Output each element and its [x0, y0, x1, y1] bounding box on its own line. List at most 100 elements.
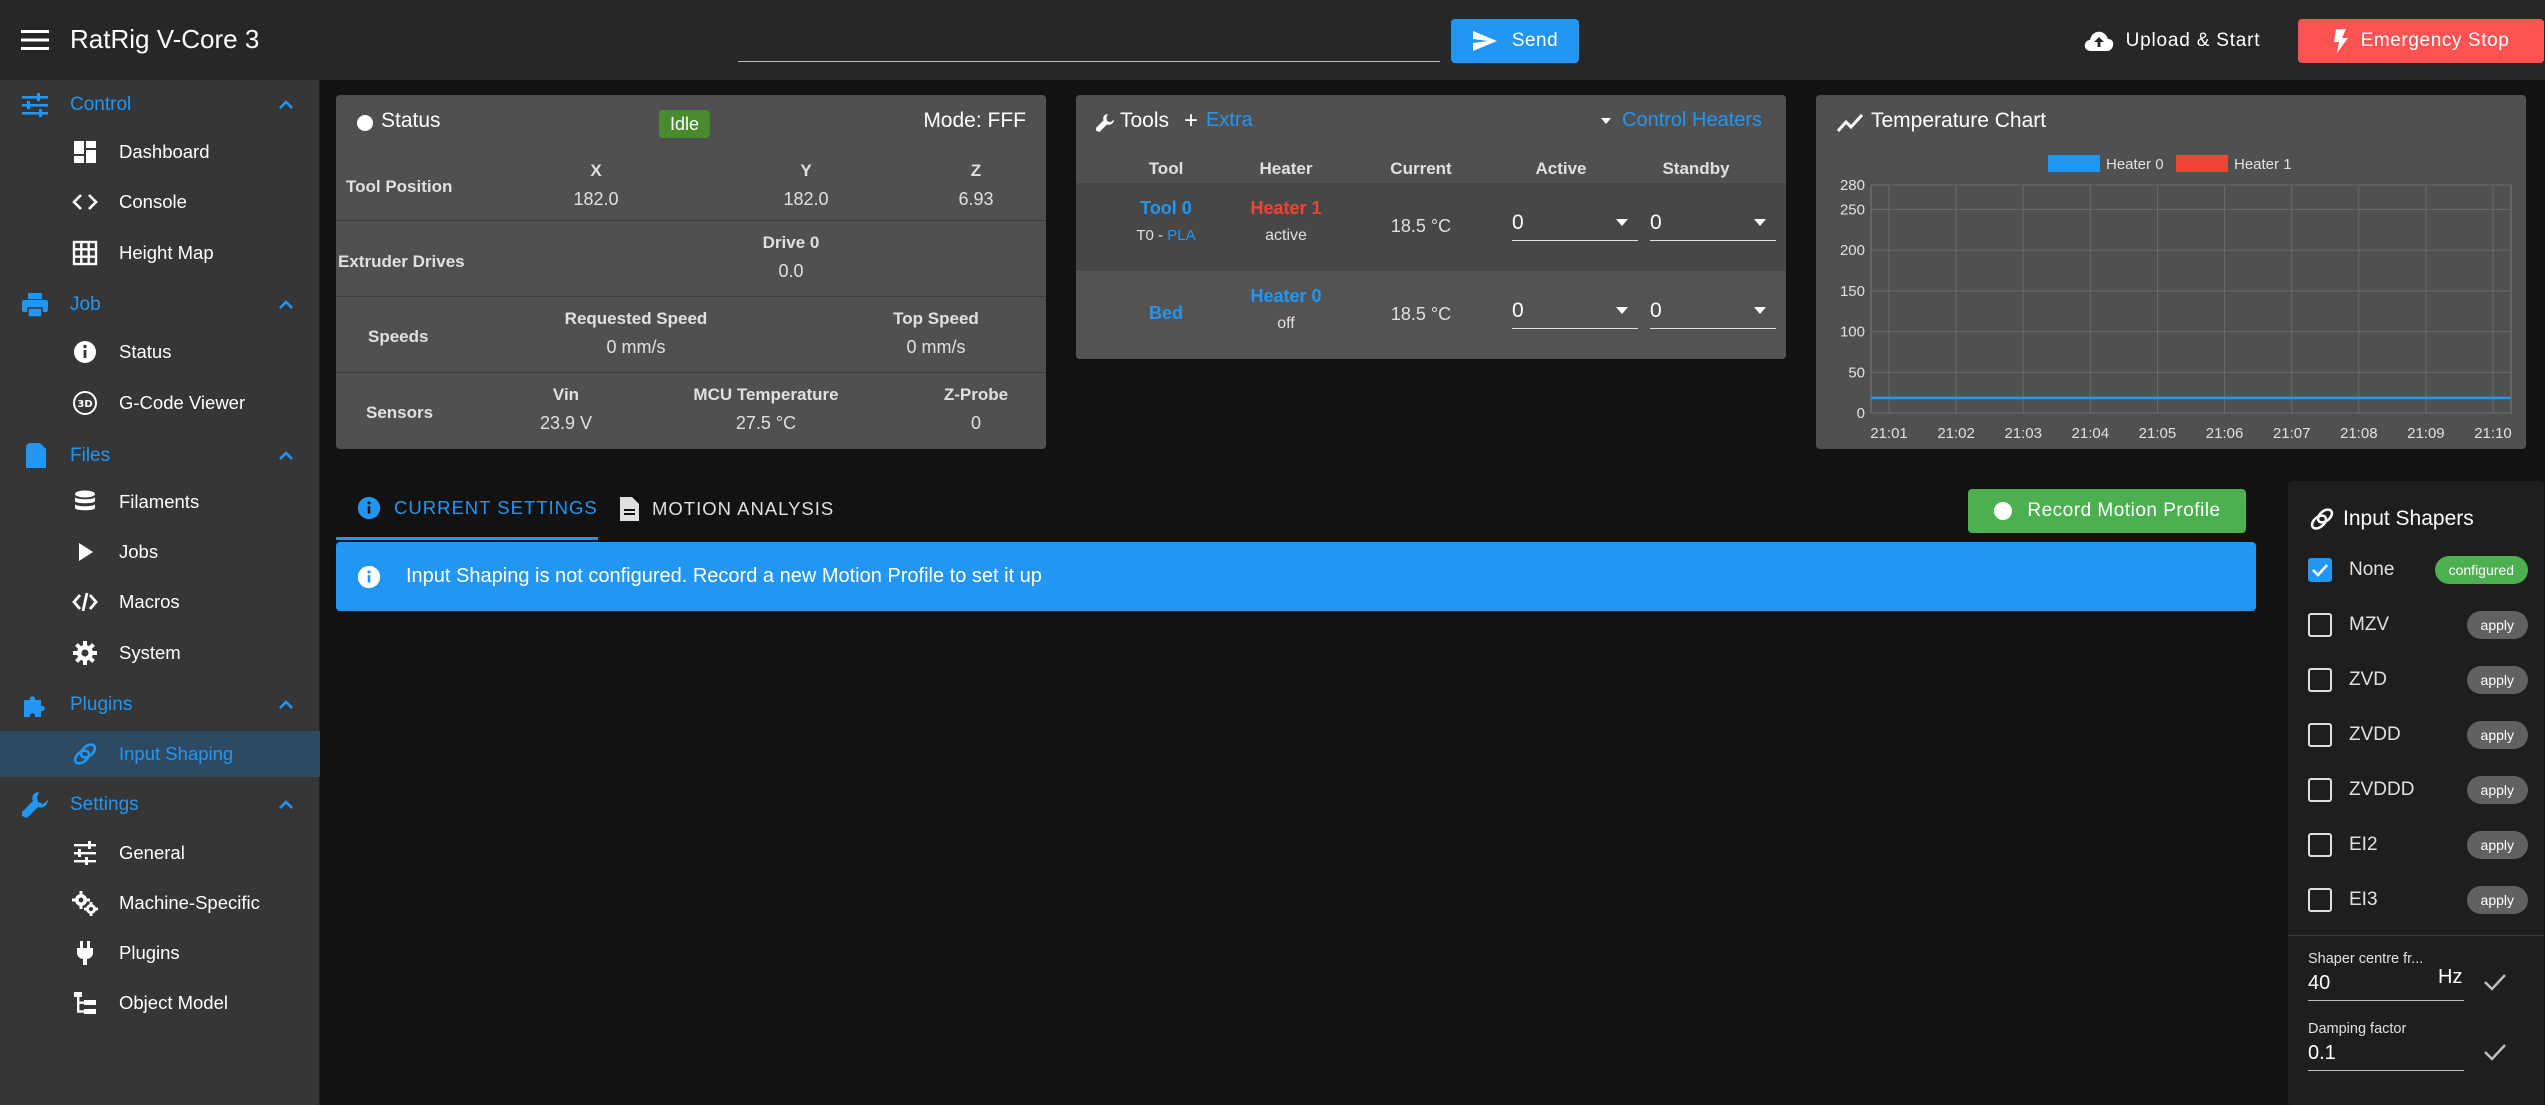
machine-mode: Mode: FFF [923, 109, 1026, 132]
checkbox[interactable] [2308, 668, 2332, 692]
shaper-option-zvdd[interactable]: ZVDD apply [2308, 715, 2528, 755]
x-tick-label: 21:07 [2273, 425, 2311, 442]
sidebar-item-gcode-viewer[interactable]: 3D G-Code Viewer [0, 380, 320, 426]
extra-toggle[interactable]: + Extra [1184, 108, 1253, 132]
apply-chip[interactable]: apply [2466, 666, 2528, 694]
x-tick-label: 21:03 [2004, 425, 2042, 442]
nav-group-label: Files [70, 445, 111, 466]
nav-group-job[interactable]: Job [0, 283, 320, 327]
sidebar-item-object-model[interactable]: Object Model [0, 980, 320, 1026]
checkbox[interactable] [2308, 888, 2332, 912]
nav-group-plugins[interactable]: Plugins [0, 683, 320, 727]
heater-link[interactable]: Heater 1 [1226, 198, 1346, 219]
top-app-bar: RatRig V-Core 3 Send Upload & Start Emer… [0, 0, 2545, 80]
sidebar-item-dashboard[interactable]: Dashboard [0, 129, 320, 175]
x-tick-label: 21:10 [2474, 425, 2512, 442]
standby-temp-select[interactable]: 0 [1650, 205, 1776, 241]
heater-link[interactable]: Heater 0 [1226, 286, 1346, 307]
tab-motion-analysis[interactable]: MOTION ANALYSIS [618, 478, 834, 540]
cloud-upload-icon [2084, 30, 2114, 52]
sidebar-item-height-map[interactable]: Height Map [0, 230, 320, 276]
tune-icon [71, 839, 99, 867]
legend-swatch [2176, 155, 2228, 172]
x-tick-label: 21:04 [2072, 425, 2110, 442]
axis-value: 182.0 [573, 189, 619, 209]
sidebar-item-general[interactable]: General [0, 830, 320, 876]
checkbox[interactable] [2308, 723, 2332, 747]
heater-cell: Heater 0 off [1226, 286, 1346, 333]
checkbox[interactable] [2308, 778, 2332, 802]
checkbox[interactable] [2308, 833, 2332, 857]
sidebar-item-console[interactable]: Console [0, 179, 320, 225]
sidebar-item-machine-specific[interactable]: Machine-Specific [0, 880, 320, 926]
shaper-name: EI2 [2349, 834, 2378, 855]
sidebar-item-label: General [119, 842, 185, 863]
apply-chip[interactable]: apply [2466, 776, 2528, 804]
x-tick-label: 21:05 [2139, 425, 2177, 442]
axis-z: Z 6.93 [906, 161, 1046, 210]
tab-label: CURRENT SETTINGS [394, 496, 598, 518]
nav-group-settings[interactable]: Settings [0, 783, 320, 827]
axis-name: Y [800, 161, 812, 180]
chevron-up-icon [276, 295, 296, 315]
gcode-input[interactable] [738, 18, 1440, 62]
status-badge: Idle [659, 110, 711, 138]
sidebar-item-label: Macros [119, 591, 180, 612]
emergency-stop-button[interactable]: Emergency Stop [2298, 19, 2544, 63]
shaper-option-zvd[interactable]: ZVD apply [2308, 660, 2528, 700]
shaper-option-ei2[interactable]: EI2 apply [2308, 825, 2528, 865]
shaper-name: ZVDD [2349, 724, 2401, 745]
record-motion-profile-button[interactable]: Record Motion Profile [1968, 489, 2246, 533]
active-temp-select[interactable]: 0 [1512, 205, 1638, 241]
active-temp-select[interactable]: 0 [1512, 293, 1638, 329]
nav-group-control[interactable]: Control [0, 83, 320, 127]
macro-icon [71, 588, 99, 616]
apply-chip[interactable]: apply [2466, 831, 2528, 859]
send-button[interactable]: Send [1451, 19, 1579, 63]
sidebar-item-jobs[interactable]: Jobs [0, 529, 320, 575]
drive-0: Drive 0 0.0 [646, 233, 936, 282]
shaper-name: EI3 [2349, 889, 2378, 910]
x-tick-label: 21:01 [1870, 425, 1908, 442]
sidebar-item-filaments[interactable]: Filaments [0, 479, 320, 525]
shaper-option-none[interactable]: None configured [2308, 550, 2528, 590]
apply-chip[interactable]: apply [2466, 886, 2528, 914]
menu-icon[interactable] [20, 27, 50, 53]
apply-chip[interactable]: apply [2466, 611, 2528, 639]
shaper-option-zvddd[interactable]: ZVDDD apply [2308, 770, 2528, 810]
standby-temp-select[interactable]: 0 [1650, 293, 1776, 329]
damping-factor-label: Damping factor [2308, 1021, 2407, 1037]
sidebar-item-label: Dashboard [119, 141, 210, 162]
nav-group-files[interactable]: Files [0, 434, 320, 478]
y-tick-label: 100 [1840, 324, 1865, 341]
axis-name: X [590, 161, 602, 180]
requested-speed-value: 0 mm/s [606, 337, 666, 357]
sidebar-item-plugins[interactable]: Plugins [0, 930, 320, 976]
tab-label: MOTION ANALYSIS [652, 498, 835, 519]
damping-factor-input[interactable] [2308, 1037, 2464, 1071]
checkbox[interactable] [2308, 613, 2332, 637]
sidebar-item-macros[interactable]: Macros [0, 579, 320, 625]
tab-current-settings[interactable]: CURRENT SETTINGS [336, 478, 598, 540]
filament-link[interactable]: PLA [1167, 227, 1195, 244]
select-value: 0 [1512, 298, 1524, 322]
shaper-option-ei3[interactable]: EI3 apply [2308, 880, 2528, 920]
dashboard-icon [71, 138, 99, 166]
check-icon[interactable] [2482, 971, 2508, 993]
sidebar-item-system[interactable]: System [0, 630, 320, 676]
bed-link[interactable]: Bed [1116, 303, 1216, 324]
sidebar-item-label: Status [119, 341, 172, 362]
chevron-up-icon [276, 695, 296, 715]
z-probe-sensor: Z-Probe 0 [906, 385, 1046, 434]
apply-chip[interactable]: apply [2466, 721, 2528, 749]
current-temp: 18.5 °C [1390, 304, 1452, 324]
checkbox[interactable] [2308, 558, 2332, 582]
sidebar-item-status[interactable]: Status [0, 329, 320, 375]
sidebar-item-input-shaping[interactable]: Input Shaping [0, 731, 320, 777]
caret-down-icon [1754, 219, 1766, 226]
control-heaters-dropdown[interactable]: Control Heaters [1600, 109, 1762, 132]
upload-and-start-button[interactable]: Upload & Start [2072, 19, 2272, 63]
check-icon[interactable] [2482, 1041, 2508, 1063]
shaper-option-mzv[interactable]: MZV apply [2308, 605, 2528, 645]
tool-link[interactable]: Tool 0 [1116, 198, 1216, 219]
